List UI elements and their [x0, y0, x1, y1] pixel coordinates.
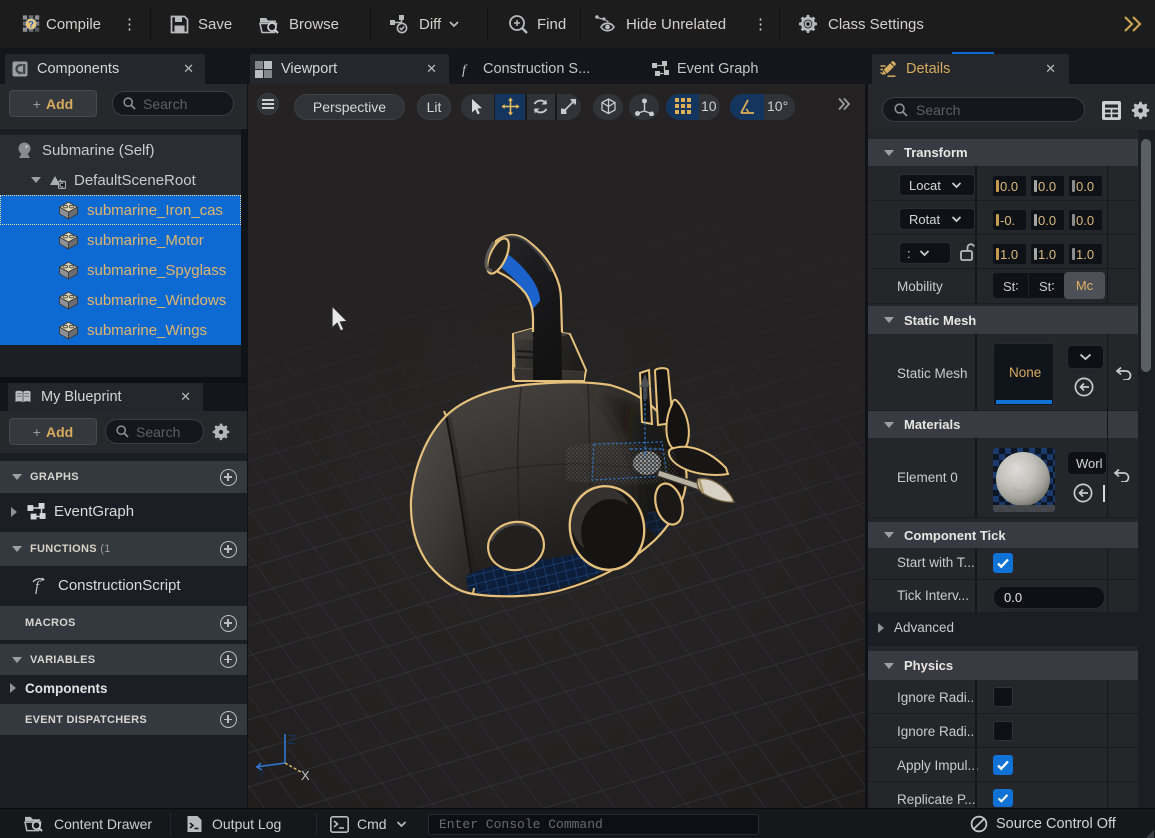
svg-text:f: f: [35, 579, 41, 594]
svg-text:?: ?: [28, 19, 34, 30]
svg-text:f: f: [462, 63, 468, 77]
svg-text:Y: Y: [258, 769, 266, 781]
svg-text:X: X: [301, 768, 310, 783]
svg-text:Z: Z: [288, 732, 296, 747]
